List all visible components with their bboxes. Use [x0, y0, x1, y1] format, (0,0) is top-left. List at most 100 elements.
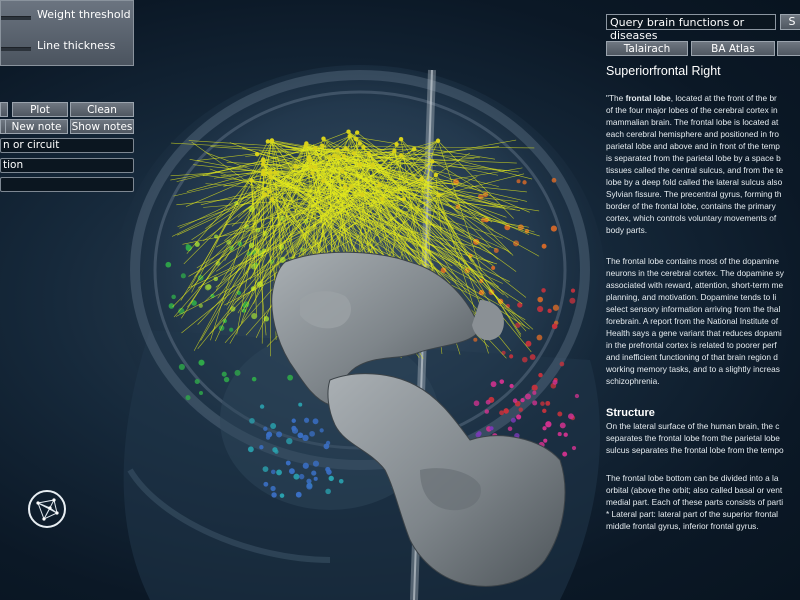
- region-node: [171, 294, 176, 300]
- text-line: schizophrenia.: [606, 376, 660, 386]
- text-line: and inefficient functioning of that brai…: [606, 352, 778, 362]
- region-node: [532, 390, 537, 395]
- edge-node: [260, 158, 266, 164]
- region-node: [194, 378, 200, 385]
- region-node: [291, 418, 296, 423]
- region-node: [271, 492, 277, 498]
- region-node: [229, 327, 234, 332]
- region-title: Superiorfrontal Right: [606, 64, 721, 78]
- region-node: [499, 379, 505, 384]
- desc-p1-bold: frontal lobe: [625, 93, 671, 103]
- edge-node: [340, 168, 345, 174]
- edge-node: [398, 153, 404, 158]
- region-node: [306, 478, 312, 484]
- edge-node: [249, 178, 254, 183]
- tab-talairach[interactable]: Talairach: [606, 41, 688, 56]
- text-line: Sylvian fissure. The precentral gyrus, f…: [606, 189, 782, 199]
- edge-node: [349, 184, 354, 189]
- region-node: [287, 374, 294, 381]
- region-node: [552, 304, 560, 311]
- search-input[interactable]: Query brain functions or diseases: [606, 14, 776, 42]
- line-thickness-track[interactable]: [1, 47, 31, 51]
- edge-node: [346, 129, 351, 134]
- edge-node: [313, 164, 318, 170]
- region-node: [537, 305, 544, 313]
- edge-node: [357, 162, 362, 167]
- weight-threshold-track[interactable]: [1, 16, 31, 20]
- edge-node: [293, 164, 298, 169]
- edge-node: [308, 164, 314, 169]
- edge-node: [335, 147, 340, 153]
- region-node: [270, 423, 277, 429]
- region-node: [499, 410, 505, 416]
- edge-node: [270, 196, 275, 202]
- region-node: [270, 485, 276, 492]
- region-node: [516, 179, 521, 184]
- desc-p1-prefix: "The: [606, 93, 626, 103]
- tab-more[interactable]: [777, 41, 800, 56]
- text-line: medial part. Each of these parts consist…: [606, 497, 784, 507]
- region-node: [293, 473, 300, 480]
- brain-viewer: Weight threshold Line thickness Plot Cle…: [0, 0, 800, 600]
- weight-threshold-slider[interactable]: Weight threshold: [1, 7, 135, 27]
- line-thickness-slider[interactable]: Line thickness: [1, 38, 135, 58]
- region-node: [270, 469, 276, 475]
- region-node: [485, 399, 491, 405]
- text-line: planning, and motivation. Dopamine tends…: [606, 292, 777, 302]
- app-logo[interactable]: [28, 490, 66, 528]
- region-node: [274, 449, 279, 454]
- description-paragraph-2: The frontal lobe contains most of the do…: [606, 255, 800, 387]
- text-line: * Lateral part: lateral part of the supe…: [606, 509, 779, 519]
- text-line: separates the frontal lobe from the pari…: [606, 433, 780, 443]
- text-line: parietal lobe and above and in front of …: [606, 141, 780, 151]
- region-node: [516, 414, 522, 420]
- search-button[interactable]: S: [780, 14, 800, 30]
- new-note-button[interactable]: New note: [5, 119, 68, 134]
- region-node: [180, 273, 186, 279]
- region-node: [198, 359, 205, 366]
- text-line: neurons in the cerebral cortex. The dopa…: [606, 268, 784, 278]
- edge-node: [303, 143, 308, 149]
- edge-node: [312, 145, 318, 151]
- region-node: [263, 426, 268, 431]
- region-node: [541, 243, 547, 249]
- desc-p1-text: , located at the front of the br of the f…: [606, 93, 783, 235]
- edge-node: [267, 189, 272, 194]
- structure-heading: Structure: [606, 407, 655, 419]
- region-node: [473, 337, 478, 342]
- edge-node: [327, 155, 333, 161]
- region-query-field[interactable]: n or circuit: [0, 138, 134, 153]
- region-node: [567, 413, 574, 420]
- show-notes-button[interactable]: Show notes: [70, 119, 134, 134]
- edge-node: [343, 146, 349, 151]
- text-line: cortex, which controls voluntary movemen…: [606, 213, 777, 223]
- edge-node: [254, 152, 260, 157]
- hidden-button[interactable]: [0, 102, 8, 117]
- region-node: [545, 400, 551, 406]
- region-node: [276, 469, 282, 476]
- region-node: [306, 483, 311, 488]
- text-line: select sensory information arriving from…: [606, 304, 781, 314]
- region-node: [532, 400, 538, 406]
- region-node: [531, 384, 538, 391]
- region-node: [328, 475, 334, 482]
- region-node: [259, 445, 264, 450]
- region-node: [312, 460, 320, 467]
- region-node: [251, 376, 257, 382]
- text-line: mammalian brain. The frontal lobe is loc…: [606, 117, 779, 127]
- edge-node: [268, 170, 273, 175]
- region-node: [311, 470, 317, 476]
- weight-threshold-label: Weight threshold: [37, 8, 131, 21]
- extra-query-field[interactable]: [0, 177, 134, 192]
- tab-ba-atlas[interactable]: BA Atlas: [691, 41, 775, 56]
- region-node: [279, 493, 285, 498]
- region-node: [297, 432, 304, 439]
- region-node: [194, 241, 200, 247]
- function-query-field[interactable]: tion: [0, 158, 134, 173]
- region-node: [221, 371, 227, 377]
- clean-button[interactable]: Clean: [70, 102, 134, 117]
- edge-node: [265, 139, 271, 144]
- region-node: [234, 369, 241, 376]
- text-line: each cerebral hemisphere and positioned …: [606, 129, 779, 139]
- plot-button[interactable]: Plot: [12, 102, 68, 117]
